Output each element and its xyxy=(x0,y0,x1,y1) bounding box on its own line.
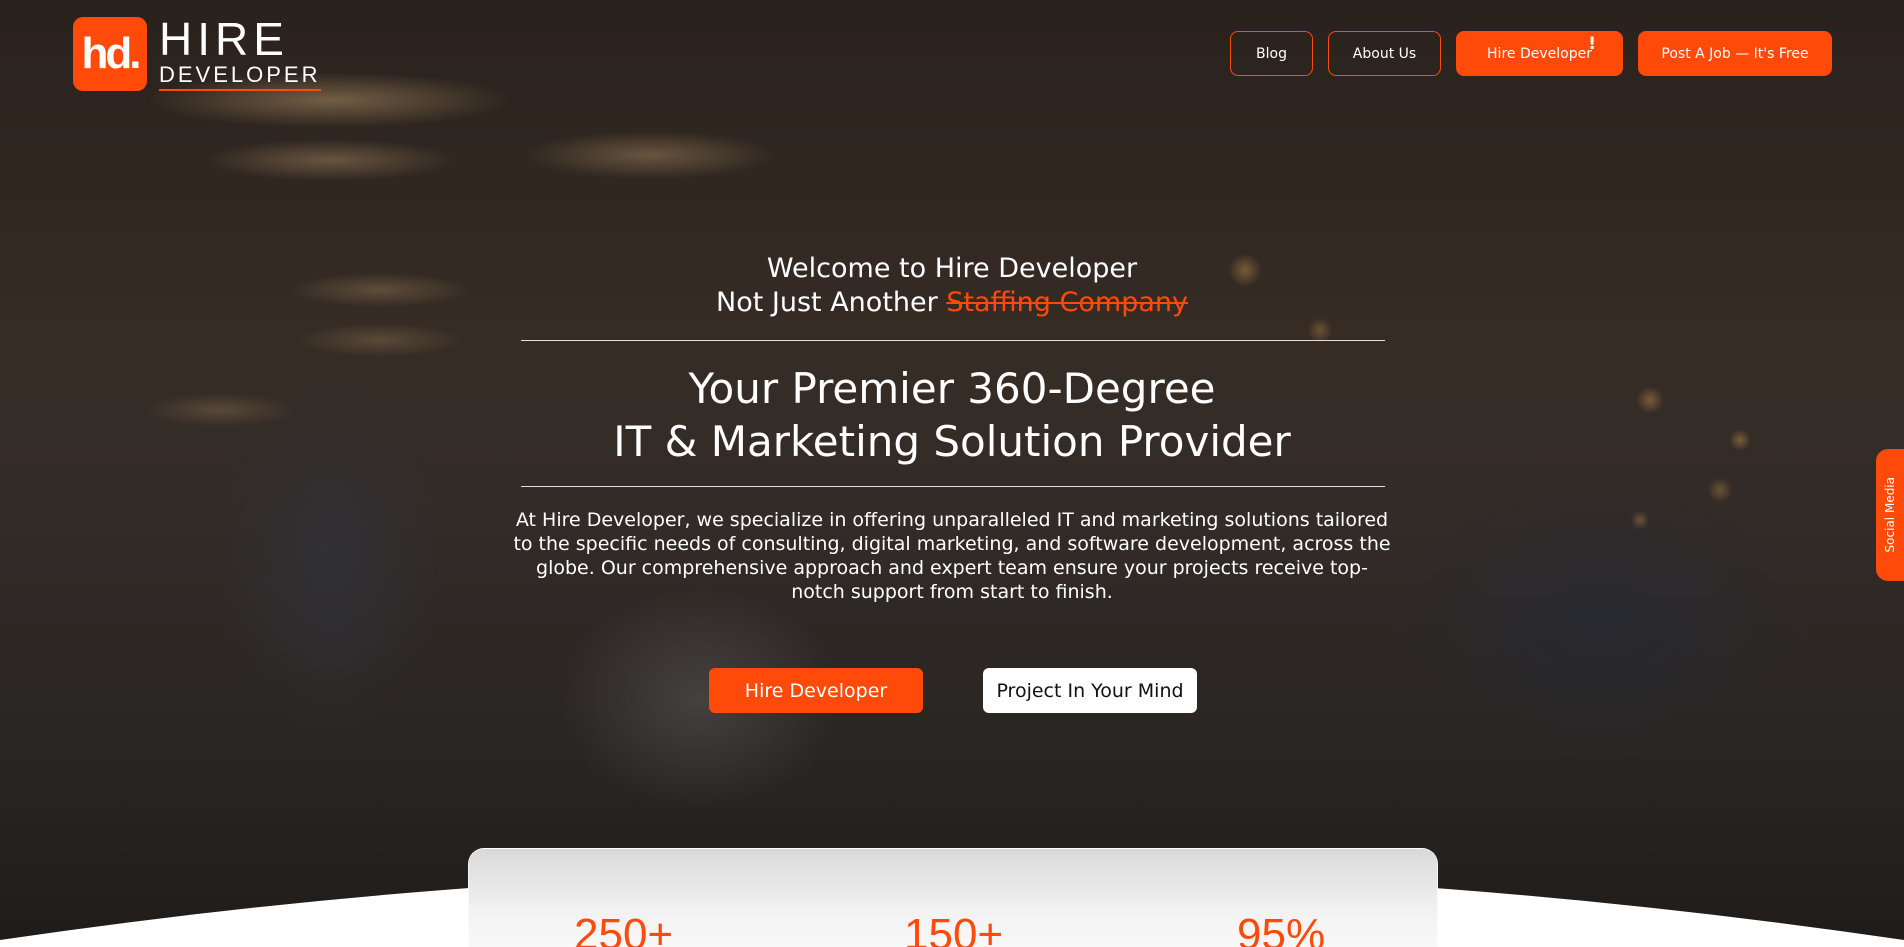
logo-line-developer: DEVELOPER xyxy=(159,64,321,91)
tagline-strikethrough: Staffing Company xyxy=(946,287,1188,318)
welcome-line: Welcome to Hire Developer xyxy=(766,253,1138,284)
logo-wordmark: HIRE DEVELOPER xyxy=(159,16,321,91)
tagline-prefix: Not Just Another xyxy=(716,287,947,318)
hero-headline: Your Premier 360-Degree IT & Marketing S… xyxy=(0,362,1904,468)
nav-hire-developer-button[interactable]: Hire Developer ! xyxy=(1456,31,1623,76)
divider-bottom xyxy=(521,486,1385,487)
hero-cta-group: Hire Developer Project In Your Mind xyxy=(709,668,1197,713)
project-in-your-mind-button[interactable]: Project In Your Mind xyxy=(983,668,1197,713)
headline-line-1: Your Premier 360-Degree xyxy=(688,364,1216,413)
headline-line-2: IT & Marketing Solution Provider xyxy=(613,417,1291,466)
nav-hire-developer-label: Hire Developer xyxy=(1487,45,1592,62)
hire-developer-cta-button[interactable]: Hire Developer xyxy=(709,668,923,713)
nav-post-job-button[interactable]: Post A Job — It's Free xyxy=(1638,31,1832,76)
logo-line-hire: HIRE xyxy=(159,13,289,65)
hero-description: At Hire Developer, we specialize in offe… xyxy=(513,509,1391,603)
stat-value: 250+ xyxy=(574,910,674,947)
site-logo[interactable]: hd. HIRE DEVELOPER xyxy=(73,16,321,91)
main-nav: Blog About Us Hire Developer ! Post A Jo… xyxy=(1230,31,1832,76)
tagline-line: Not Just Another Staffing Company xyxy=(0,286,1904,320)
stat-value: 150+ xyxy=(904,910,1004,947)
social-media-tab[interactable]: Social Media xyxy=(1876,449,1904,581)
hero-overlay xyxy=(0,0,1904,947)
nav-about-us-button[interactable]: About Us xyxy=(1328,31,1441,76)
logo-mark: hd. xyxy=(73,16,147,91)
divider-top xyxy=(521,340,1385,341)
social-media-tab-label: Social Media xyxy=(1883,477,1897,553)
nav-alert-badge: ! xyxy=(1588,34,1596,54)
hero-welcome: Welcome to Hire Developer Not Just Anoth… xyxy=(0,252,1904,320)
nav-blog-button[interactable]: Blog xyxy=(1230,31,1313,76)
stat-value: 95% xyxy=(1237,910,1326,947)
